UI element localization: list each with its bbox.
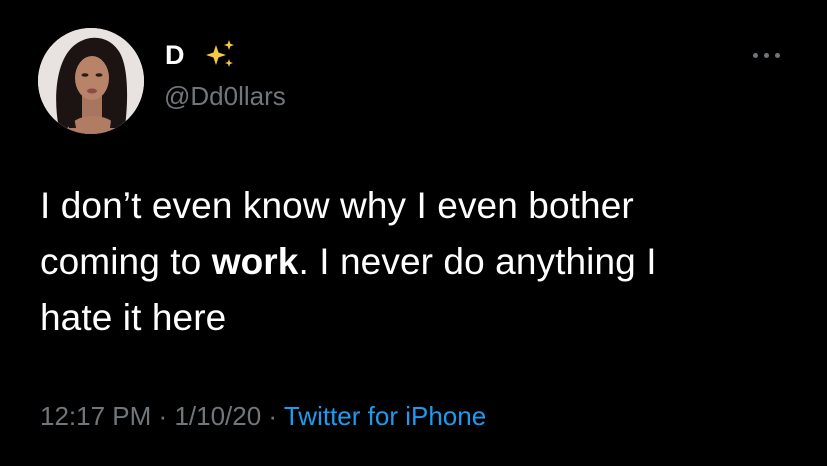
meta-separator: ·: [158, 401, 168, 431]
tweet-text-line-3: hate it here: [40, 297, 227, 338]
user-handle[interactable]: @Dd0llars: [164, 80, 286, 112]
tweet-text-line-2-suffix: . I never do anything I: [298, 241, 657, 282]
tweet-text-line-1: I don’t even know why I even bother: [40, 185, 634, 226]
tweet: D @Dd0llars I don’t even know why I even…: [0, 0, 827, 466]
avatar[interactable]: [38, 28, 144, 134]
tweet-text-bold-word: work: [211, 241, 299, 282]
meta-separator: ·: [268, 401, 278, 431]
tweet-text-line-2: coming to work. I never do anything I: [40, 234, 800, 290]
sparkles-icon: [202, 37, 238, 73]
tweet-time[interactable]: 12:17 PM: [40, 401, 151, 431]
tweet-metadata: 12:17 PM · 1/10/20 · Twitter for iPhone: [40, 399, 486, 433]
tweet-text-line-2-prefix: coming to: [40, 241, 212, 282]
avatar-image: [38, 28, 144, 134]
display-name[interactable]: D: [165, 38, 185, 72]
tweet-text: I don’t even know why I even bother comi…: [40, 178, 800, 346]
more-options-icon[interactable]: [750, 48, 784, 62]
tweet-date[interactable]: 1/10/20: [174, 401, 261, 431]
tweet-source-link[interactable]: Twitter for iPhone: [284, 401, 486, 431]
